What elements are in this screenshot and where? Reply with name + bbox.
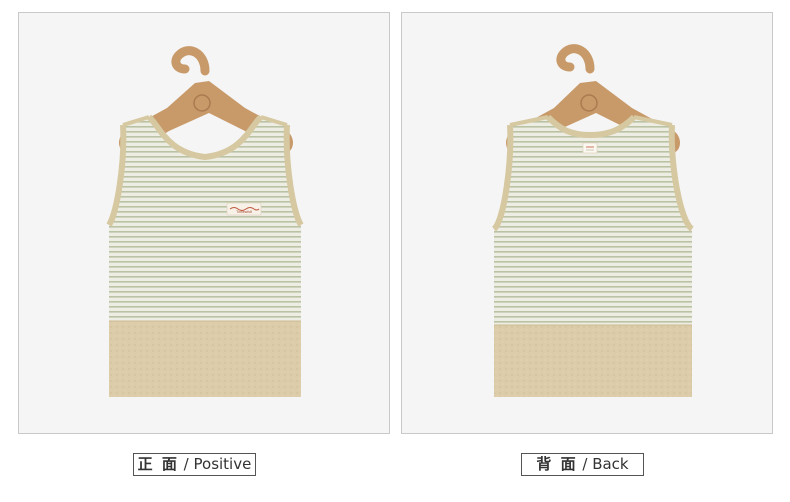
product-image-back[interactable] bbox=[401, 12, 773, 434]
caption-front: 正 面 / Positive bbox=[133, 453, 256, 476]
vest-front-illustration: Tinhewildf bbox=[106, 46, 304, 397]
caption-back: 背 面 / Back bbox=[521, 453, 644, 476]
caption-front-sep: / bbox=[178, 455, 194, 473]
caption-back-cn: 背 面 bbox=[536, 455, 578, 473]
vest-front bbox=[106, 114, 304, 397]
product-image-front[interactable]: Tinhewildf bbox=[18, 12, 390, 434]
caption-front-en: Positive bbox=[193, 455, 252, 473]
caption-back-sep: / bbox=[577, 455, 593, 473]
neck-tag bbox=[582, 142, 598, 154]
caption-back-en: Back bbox=[592, 455, 629, 473]
brand-label: Tinhewildf bbox=[226, 202, 262, 216]
vest-back bbox=[491, 114, 695, 397]
brand-label-text: Tinhewildf bbox=[236, 210, 252, 214]
caption-front-cn: 正 面 bbox=[137, 455, 179, 473]
vest-back-illustration bbox=[491, 44, 695, 397]
